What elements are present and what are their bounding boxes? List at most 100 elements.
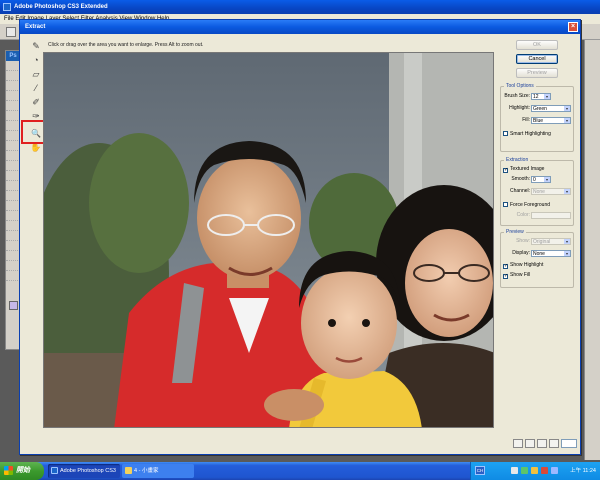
- smooth-input[interactable]: 0 ▾: [531, 176, 551, 183]
- zoom-level-select[interactable]: [561, 439, 577, 448]
- color-row: Color:: [503, 211, 573, 220]
- brush-size-label: Brush Size:: [504, 93, 530, 99]
- tray-icon-4[interactable]: [541, 467, 548, 474]
- tray-icon-2[interactable]: [521, 467, 528, 474]
- fill-tool-icon[interactable]: ◔: [29, 54, 43, 66]
- preview-group: Preview Show: Original ▾ Display: None ▾ ✓…: [500, 229, 574, 288]
- pen-tool-icon[interactable]: [6, 202, 20, 211]
- checkbox-checked-icon[interactable]: ✓: [503, 168, 508, 173]
- checkbox-checked-icon[interactable]: ✓: [503, 274, 508, 279]
- brush-size-row: Brush Size: 12 ▾: [503, 92, 573, 101]
- extraction-title: Extraction: [504, 157, 531, 163]
- fill-select[interactable]: Blue ▾: [531, 117, 571, 124]
- system-tray: CH 上午 11:24: [470, 462, 600, 480]
- ok-button[interactable]: OK: [516, 40, 558, 50]
- textured-image-checkbox[interactable]: ✓ Textured Image: [503, 165, 544, 173]
- status-icon-4[interactable]: [549, 439, 559, 448]
- show-fill-checkbox[interactable]: ✓ Show Fill: [503, 271, 530, 279]
- extraction-group: Extraction ✓ Textured Image Smooth: 0 ▾ Ch…: [500, 157, 574, 226]
- status-icon-1[interactable]: [513, 439, 523, 448]
- eraser-tool-icon[interactable]: [6, 162, 20, 171]
- dialog-status-bar: [43, 432, 578, 450]
- start-button[interactable]: 開始: [0, 462, 44, 480]
- start-label: 開始: [16, 467, 30, 474]
- lasso-tool-icon[interactable]: [6, 82, 20, 91]
- edge-highlighter-tool-icon[interactable]: ✎: [29, 40, 43, 52]
- channel-select[interactable]: None ▾: [531, 188, 571, 195]
- cancel-button[interactable]: Cancel: [516, 54, 558, 64]
- taskbar-item-label: Adobe Photoshop CS3: [60, 468, 116, 474]
- preview-button[interactable]: Preview: [516, 68, 558, 78]
- photoshop-titlebar: Adobe Photoshop CS3 Extended: [0, 0, 600, 14]
- chevron-down-icon[interactable]: ▾: [564, 118, 570, 123]
- extract-preview-canvas[interactable]: [43, 52, 494, 428]
- slice-tool-icon[interactable]: [6, 112, 20, 121]
- cleanup-tool-icon[interactable]: ✐: [29, 96, 43, 108]
- foreground-color-swatch[interactable]: [9, 301, 18, 310]
- eyedropper-tool-icon[interactable]: [6, 252, 20, 261]
- tray-icon-5[interactable]: [551, 467, 558, 474]
- photoshop-app-icon: [3, 3, 11, 11]
- crop-tool-icon[interactable]: [6, 102, 20, 111]
- tray-icon-3[interactable]: [531, 467, 538, 474]
- language-indicator[interactable]: CH: [475, 466, 485, 475]
- checkbox-box[interactable]: [503, 131, 508, 136]
- checkbox-checked-icon[interactable]: ✓: [503, 264, 508, 269]
- windows-taskbar: 開始 Adobe Photoshop CS3 4 - 小畫家 CH 上午 11:…: [0, 462, 600, 480]
- family-photo: [44, 53, 493, 427]
- display-label: Display:: [512, 250, 530, 256]
- marquee-tool-icon[interactable]: [6, 72, 20, 81]
- clone-stamp-tool-icon[interactable]: [6, 142, 20, 151]
- display-select[interactable]: None ▾: [531, 250, 571, 257]
- highlight-select[interactable]: Green ▾: [531, 105, 571, 112]
- history-brush-tool-icon[interactable]: [6, 152, 20, 161]
- chevron-down-icon[interactable]: ▾: [544, 177, 550, 182]
- magic-wand-tool-icon[interactable]: [6, 92, 20, 101]
- show-select[interactable]: Original ▾: [531, 238, 571, 245]
- paint-task-icon: [125, 467, 132, 474]
- taskbar-clock: 上午 11:24: [570, 468, 596, 474]
- chevron-down-icon[interactable]: ▾: [564, 189, 570, 194]
- chevron-down-icon[interactable]: ▾: [544, 94, 550, 99]
- dialog-hint-text: Click or drag over the area you want to …: [48, 42, 204, 48]
- color-swatch-field[interactable]: [531, 212, 571, 219]
- photoshop-panel-strip: [584, 40, 600, 460]
- notes-tool-icon[interactable]: [6, 242, 20, 251]
- highlight-label: Highlight:: [509, 105, 530, 111]
- current-tool-icon[interactable]: [6, 27, 16, 37]
- extract-dialog-titlebar[interactable]: Extract ×: [20, 20, 580, 34]
- status-icon-2[interactable]: [525, 439, 535, 448]
- shape-tool-icon[interactable]: [6, 232, 20, 241]
- blur-tool-icon[interactable]: [6, 182, 20, 191]
- brush-size-input[interactable]: 12 ▾: [531, 93, 551, 100]
- taskbar-item-label: 4 - 小畫家: [134, 468, 159, 474]
- gradient-tool-icon[interactable]: [6, 172, 20, 181]
- extract-dialog-title: Extract: [25, 24, 46, 30]
- taskbar-item-paint[interactable]: 4 - 小畫家: [122, 464, 194, 478]
- smart-highlighting-checkbox[interactable]: Smart Highlighting: [503, 130, 551, 138]
- brush-tool-icon[interactable]: [6, 132, 20, 141]
- healing-brush-tool-icon[interactable]: [6, 122, 20, 131]
- show-label: Show:: [516, 238, 530, 244]
- move-tool-icon[interactable]: [6, 62, 20, 71]
- type-tool-icon[interactable]: [6, 212, 20, 221]
- chevron-down-icon[interactable]: ▾: [564, 251, 570, 256]
- status-icon-3[interactable]: [537, 439, 547, 448]
- tray-icon-1[interactable]: [511, 467, 518, 474]
- close-icon[interactable]: ×: [568, 22, 578, 32]
- eraser-tool-icon[interactable]: ▱: [29, 68, 43, 80]
- force-foreground-checkbox[interactable]: Force Foreground: [503, 201, 550, 209]
- taskbar-item-photoshop[interactable]: Adobe Photoshop CS3: [48, 464, 120, 478]
- zoom-tool-icon[interactable]: [6, 272, 20, 281]
- tool-options-title: Tool Options: [504, 83, 536, 89]
- checkbox-box[interactable]: [503, 202, 508, 207]
- eyedropper-tool-icon[interactable]: ⁄: [29, 82, 43, 94]
- channel-row: Channel: None ▾: [503, 187, 573, 196]
- smooth-label: Smooth:: [511, 176, 530, 182]
- hand-tool-icon[interactable]: [6, 262, 20, 271]
- show-highlight-checkbox[interactable]: ✓ Show Highlight: [503, 261, 543, 269]
- chevron-down-icon[interactable]: ▾: [564, 239, 570, 244]
- path-selection-tool-icon[interactable]: [6, 222, 20, 231]
- dodge-tool-icon[interactable]: [6, 192, 20, 201]
- chevron-down-icon[interactable]: ▾: [564, 106, 570, 111]
